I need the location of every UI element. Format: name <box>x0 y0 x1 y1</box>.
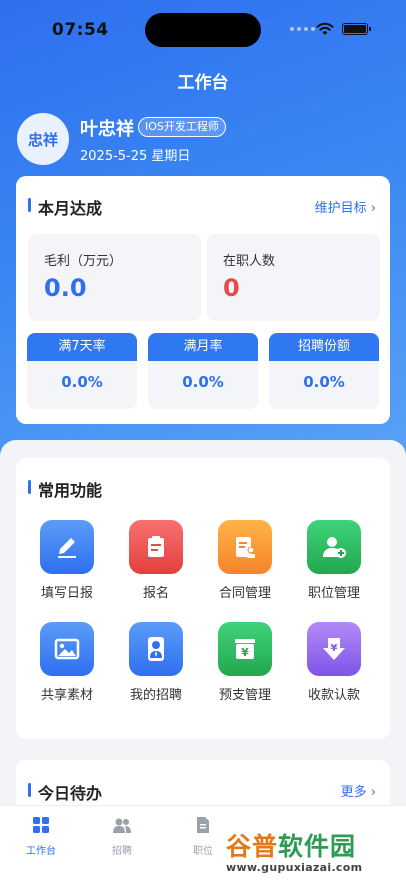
signal-icon <box>290 27 315 31</box>
yuan-box-icon: ¥ <box>218 622 272 676</box>
rate-7day-box[interactable]: 满7天率 0.0% <box>27 333 137 409</box>
rate-7day-value: 0.0% <box>61 373 103 391</box>
page-title: 工作台 <box>177 73 229 93</box>
document-icon <box>197 817 209 833</box>
status-time: 07:54 <box>52 20 109 40</box>
gross-profit-value: 0.0 <box>44 274 87 302</box>
watermark-url: www.gupuxiazai.com <box>226 861 363 874</box>
contract-management-label: 合同管理 <box>218 586 271 601</box>
role-badge: IOS开发工程师 <box>138 117 226 137</box>
contract-icon <box>218 520 272 574</box>
staff-count-value: 0 <box>223 274 240 302</box>
recruit-share-value: 0.0% <box>303 373 345 391</box>
watermark-brand-b: 软件园 <box>278 832 357 861</box>
monthly-title: 本月达成 <box>28 195 102 219</box>
tab-workbench-label: 工作台 <box>26 846 56 857</box>
image-icon <box>40 622 94 676</box>
fill-daily-report-label: 填写日报 <box>40 586 93 601</box>
advance-management-button[interactable]: ¥ 预支管理 <box>205 622 285 703</box>
avatar[interactable]: 忠祥 <box>17 113 69 165</box>
maintain-target-label: 维护目标 <box>314 201 367 216</box>
fill-daily-report-button[interactable]: 填写日报 <box>27 520 107 601</box>
current-date: 2025-5-25 星期日 <box>80 149 191 164</box>
more-link[interactable]: 更多 › <box>341 781 376 800</box>
watermark-brand-a: 谷普 <box>226 832 279 861</box>
site-watermark: 谷普软件园 www.gupuxiazai.com <box>222 825 404 881</box>
gross-profit-box[interactable]: 毛利（万元） 0.0 <box>28 234 201 321</box>
position-management-button[interactable]: 职位管理 <box>294 520 374 601</box>
todo-title: 今日待办 <box>28 780 102 804</box>
yuan-down-icon: ¥ <box>307 622 361 676</box>
clipboard-icon <box>129 520 183 574</box>
users-icon <box>113 818 131 833</box>
user-add-icon <box>307 520 361 574</box>
sign-up-label: 报名 <box>142 586 169 601</box>
tab-recruit[interactable]: 招聘 <box>92 816 152 857</box>
battery-icon <box>342 23 371 35</box>
shared-materials-button[interactable]: 共享素材 <box>27 622 107 703</box>
rate-month-value: 0.0% <box>182 373 224 391</box>
position-management-label: 职位管理 <box>307 586 360 601</box>
dynamic-island <box>145 13 261 47</box>
my-recruitment-label: 我的招聘 <box>129 688 182 703</box>
my-recruitment-button[interactable]: 我的招聘 <box>116 622 196 703</box>
watermark-brand: 谷普软件园 <box>226 827 356 863</box>
maintain-target-link[interactable]: 维护目标 › <box>315 197 376 216</box>
recruit-share-label: 招聘份额 <box>269 333 379 361</box>
payment-claim-label: 收款认款 <box>307 688 360 703</box>
svg-text:¥: ¥ <box>331 643 338 654</box>
monthly-achievement-card: 本月达成 维护目标 › 毛利（万元） 0.0 在职人数 0 满7天率 0.0% … <box>16 176 390 424</box>
rate-7day-label: 满7天率 <box>27 333 137 361</box>
chevron-right-icon: › <box>370 201 376 216</box>
sign-up-button[interactable]: 报名 <box>116 520 196 601</box>
grid-icon <box>33 817 49 833</box>
rate-month-box[interactable]: 满月率 0.0% <box>148 333 258 409</box>
contract-management-button[interactable]: 合同管理 <box>205 520 285 601</box>
staff-count-box[interactable]: 在职人数 0 <box>207 234 380 321</box>
payment-claim-button[interactable]: ¥ 收款认款 <box>294 622 374 703</box>
tab-workbench[interactable]: 工作台 <box>11 816 71 857</box>
functions-title: 常用功能 <box>28 477 102 501</box>
user-name: 叶忠祥 <box>80 119 134 140</box>
person-tie-icon <box>129 622 183 676</box>
rate-month-label: 满月率 <box>148 333 258 361</box>
tab-recruit-label: 招聘 <box>112 846 132 857</box>
staff-count-label: 在职人数 <box>223 254 276 269</box>
shared-materials-label: 共享素材 <box>40 688 93 703</box>
edit-icon <box>40 520 94 574</box>
advance-management-label: 预支管理 <box>218 688 271 703</box>
status-bar: 07:54 <box>0 0 406 60</box>
more-label: 更多 <box>340 785 367 800</box>
recruit-share-box[interactable]: 招聘份额 0.0% <box>269 333 379 409</box>
common-functions-card: 常用功能 填写日报 报名 合同管理 职位管理 共享素材 我的招聘 ¥ 预支管理 … <box>16 458 390 739</box>
svg-text:¥: ¥ <box>241 646 249 659</box>
wifi-icon <box>316 22 334 35</box>
gross-profit-label: 毛利（万元） <box>44 254 123 269</box>
chevron-right-icon: › <box>370 785 376 800</box>
